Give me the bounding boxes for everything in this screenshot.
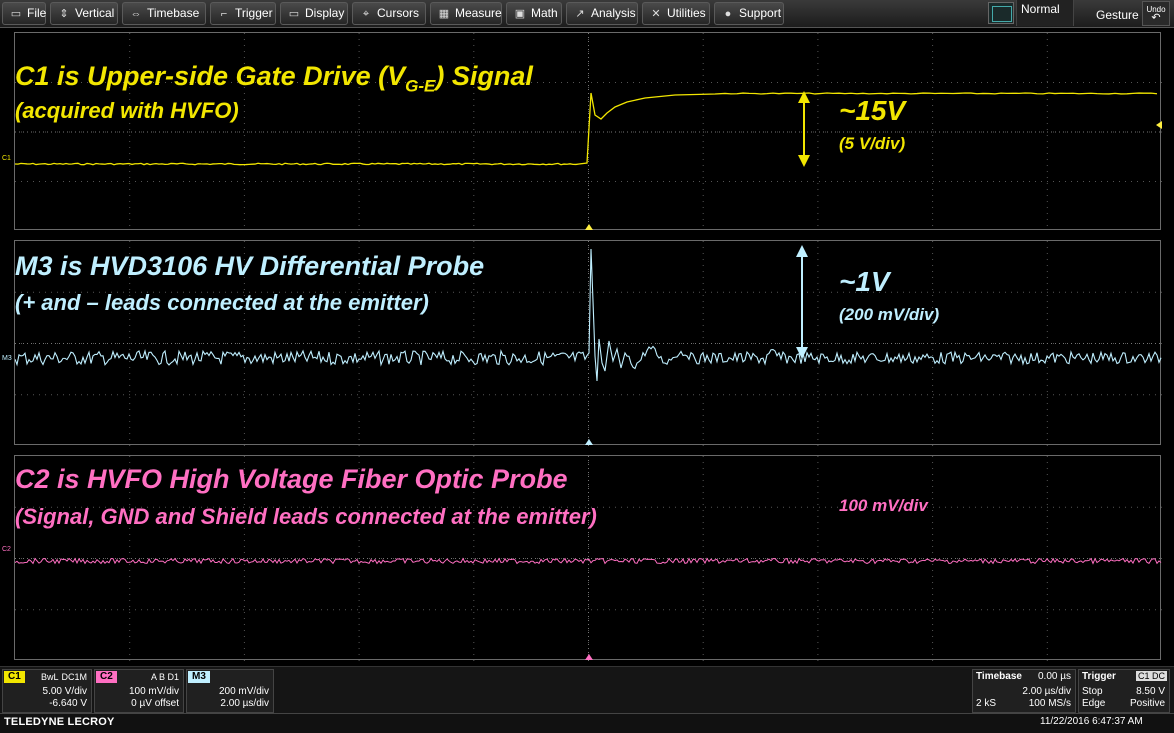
menu-bar: ▭ File ⇕ Vertical ⇔ Timebase ⌐ Trigger ▭ Disp… <box>0 0 1174 28</box>
trigger-level: 8.50 V <box>1136 686 1165 697</box>
c2-tag: C2 <box>96 671 117 683</box>
cursors-icon: ⌖ <box>362 8 370 20</box>
c1-coupling: DC1M <box>61 672 87 682</box>
gesture-label: Gesture <box>1096 8 1139 22</box>
c1-scale-label: (5 V/div) <box>839 134 906 153</box>
c2-trace-marker[interactable]: C2 <box>2 546 11 553</box>
file-icon: ▭ <box>10 8 22 20</box>
c1-grid[interactable]: C1 is Upper-side Gate Drive (VG-E) Signa… <box>14 32 1162 231</box>
trigger-type: Edge <box>1082 698 1106 709</box>
c1-tag: C1 <box>4 671 25 683</box>
menu-math-button[interactable]: ▣ Math <box>506 2 562 25</box>
c1-descriptor[interactable]: C1 BwL DC1M 5.00 V/div -6.640 V <box>2 669 92 713</box>
c2-subtitle: (Signal, GND and Shield leads connected … <box>15 504 597 529</box>
c1-subtitle: (acquired with HVFO) <box>15 98 239 123</box>
trigger-mode: Stop <box>1082 686 1103 697</box>
trigger-icon: ⌐ <box>220 8 228 20</box>
menu-trigger-button[interactable]: ⌐ Trigger <box>210 2 276 25</box>
menu-support-button[interactable]: ● Support <box>714 2 784 25</box>
menu-cursors-button[interactable]: ⌖ Cursors <box>352 2 426 25</box>
menu-analysis-button[interactable]: ↗ Analysis <box>566 2 638 25</box>
analysis-icon: ↗ <box>575 8 585 20</box>
timestamp: 11/22/2016 6:47:37 AM <box>1040 716 1143 727</box>
c2-grid[interactable]: C2 is HVFO High Voltage Fiber Optic Prob… <box>14 455 1162 661</box>
c1-amplitude-label: ~15V <box>839 95 906 126</box>
brand-logo: TELEDYNE LECROY <box>4 716 115 728</box>
c2-title: C2 is HVFO High Voltage Fiber Optic Prob… <box>15 464 568 494</box>
math-icon: ▣ <box>514 8 526 20</box>
menu-display-button[interactable]: ▭ Display <box>280 2 348 25</box>
utilities-icon: ✕ <box>651 8 661 20</box>
m3-descriptor[interactable]: M3 200 mV/div 2.00 µs/div <box>186 669 274 713</box>
trigger-position-icon <box>585 224 593 230</box>
c1-vdiv: 5.00 V/div <box>42 686 87 697</box>
m3-scale-label: (200 mV/div) <box>839 305 940 324</box>
trigger-position-icon <box>585 654 593 660</box>
measure-icon: ▦ <box>438 8 450 20</box>
display-mode-icon[interactable] <box>988 2 1014 24</box>
m3-tag: M3 <box>188 671 210 683</box>
c2-descriptor[interactable]: C2 A B D1 100 mV/div 0 µV offset <box>94 669 184 713</box>
timebase-points: 2 kS <box>976 698 997 709</box>
m3-tdiv: 2.00 µs/div <box>220 698 269 709</box>
trigger-label: Trigger <box>1082 671 1116 682</box>
trigger-slope: Positive <box>1129 698 1165 709</box>
timebase-rate: 100 MS/s <box>1028 698 1071 709</box>
menu-file-button[interactable]: ▭ File <box>2 2 46 25</box>
trigger-position-icon <box>585 439 593 445</box>
m3-grid[interactable]: M3 is HVD3106 HV Differential Probe (+ a… <box>14 240 1162 446</box>
m3-subtitle: (+ and – leads connected at the emitter) <box>15 290 429 315</box>
c2-offset: 0 µV offset <box>131 698 179 709</box>
display-icon: ▭ <box>288 8 300 20</box>
support-icon: ● <box>724 8 732 20</box>
menu-timebase-button[interactable]: ⇔ Timebase <box>122 2 206 25</box>
menu-utilities-button[interactable]: ✕ Utilities <box>642 2 710 25</box>
c1-bandwidth: BwL <box>41 672 59 682</box>
c2-flags: A B D1 <box>150 672 179 682</box>
trigger-source: C1 DC <box>1135 671 1167 681</box>
menu-measure-button[interactable]: ▦ Measure <box>430 2 502 25</box>
c2-vdiv: 100 mV/div <box>128 686 179 697</box>
menu-vertical-button[interactable]: ⇕ Vertical <box>50 2 118 25</box>
m3-amplitude-label: ~1V <box>839 266 890 297</box>
c1-title: C1 is Upper-side Gate Drive (VG-E) Signa… <box>15 61 533 96</box>
c1-trace-marker[interactable]: C1 <box>2 155 11 162</box>
trigger-level-icon <box>1156 121 1162 129</box>
m3-title: M3 is HVD3106 HV Differential Probe <box>15 251 485 281</box>
arrow-down-icon <box>798 155 810 167</box>
c1-offset: -6.640 V <box>49 698 87 709</box>
undo-icon: ↶ <box>1151 12 1161 24</box>
timebase-label: Timebase <box>976 671 1022 682</box>
timebase-delay: 0.00 µs <box>1037 671 1071 682</box>
undo-button[interactable]: Undo ↶ <box>1142 1 1170 26</box>
timebase-per-div: 2.00 µs/div <box>1022 686 1071 697</box>
c2-scale-label: 100 mV/div <box>839 496 928 515</box>
m3-vdiv: 200 mV/div <box>218 686 269 697</box>
timebase-descriptor[interactable]: Timebase 0.00 µs 2.00 µs/div 2 kS 100 MS… <box>972 669 1076 713</box>
trigger-descriptor[interactable]: Trigger C1 DC Stop 8.50 V Edge Positive <box>1078 669 1170 713</box>
vertical-arrows-icon: ⇕ <box>59 8 69 20</box>
trigger-mode-indicator[interactable]: Normal <box>1016 0 1074 26</box>
m3-trace-marker[interactable]: M3 <box>2 355 12 362</box>
arrow-up-icon <box>796 245 808 257</box>
horizontal-arrows-icon: ⇔ <box>130 8 142 20</box>
status-bar <box>0 713 1174 733</box>
